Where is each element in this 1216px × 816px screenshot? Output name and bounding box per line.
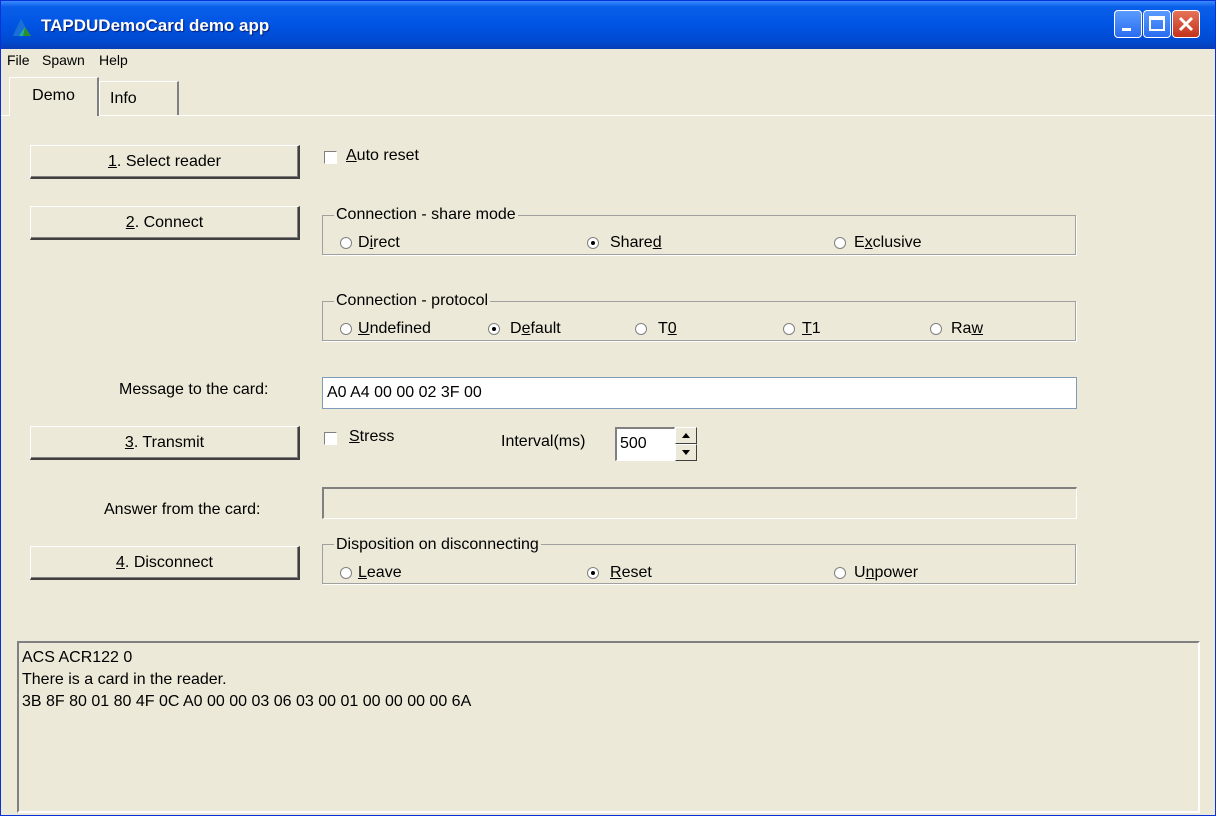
auto-reset-label: Auto reset <box>346 147 419 164</box>
protocol-default-radio[interactable] <box>488 323 500 335</box>
stress-label: Stress <box>349 428 395 445</box>
protocol-t1-label: T1 <box>802 320 821 337</box>
disconnect-button[interactable]: 4. Disconnect <box>30 546 300 580</box>
minimize-icon <box>1122 28 1131 31</box>
auto-reset-checkbox[interactable] <box>324 151 337 164</box>
interval-spinner[interactable]: 500 <box>615 427 697 461</box>
protocol-raw-label: Raw <box>951 320 984 337</box>
menu-spawn[interactable]: Spawn <box>42 52 85 68</box>
menu-help[interactable]: Help <box>99 52 128 68</box>
share-direct-radio[interactable] <box>340 237 352 249</box>
tab-info[interactable]: Info <box>99 81 179 115</box>
disposition-title: Disposition on disconnecting <box>334 536 541 554</box>
title-bar[interactable]: TAPDUDemoCard demo app <box>1 1 1215 49</box>
app-window: TAPDUDemoCard demo app File Spawn Help D… <box>0 0 1216 816</box>
share-shared-label: Shared <box>610 234 662 251</box>
share-mode-title: Connection - share mode <box>334 206 518 224</box>
menu-bar: File Spawn Help <box>1 49 1215 73</box>
tab-demo-label: Demo <box>32 87 75 104</box>
disposition-unpower-radio[interactable] <box>834 567 846 579</box>
disposition-unpower-label: Unpower <box>854 564 919 581</box>
tab-info-label: Info <box>110 90 137 107</box>
protocol-default-label: Default <box>510 320 561 337</box>
message-input[interactable]: A0 A4 00 00 02 3F 00 <box>322 377 1077 409</box>
interval-input[interactable]: 500 <box>615 427 675 461</box>
minimize-button[interactable] <box>1114 10 1142 38</box>
protocol-t0-label: T0 <box>658 320 677 337</box>
protocol-undefined-label: Undefined <box>358 320 431 337</box>
share-shared-radio[interactable] <box>587 237 599 249</box>
protocol-undefined-radio[interactable] <box>340 323 352 335</box>
stress-checkbox[interactable] <box>324 432 337 445</box>
maximize-icon <box>1149 16 1165 31</box>
tab-demo[interactable]: Demo <box>9 77 99 116</box>
close-button[interactable] <box>1172 10 1200 38</box>
answer-label: Answer from the card: <box>104 501 261 518</box>
disposition-leave-label: Leave <box>358 564 402 581</box>
log-line: There is a card in the reader. <box>22 671 227 688</box>
answer-field <box>322 487 1077 519</box>
protocol-t1-radio[interactable] <box>783 323 795 335</box>
interval-down-button[interactable] <box>675 444 697 461</box>
disposition-leave-radio[interactable] <box>340 567 352 579</box>
arrow-up-icon <box>682 433 690 438</box>
select-reader-button[interactable]: 1. Select reader <box>30 145 300 179</box>
share-exclusive-radio[interactable] <box>834 237 846 249</box>
share-exclusive-label: Exclusive <box>854 234 922 251</box>
menu-file[interactable]: File <box>7 52 30 68</box>
protocol-t0-radio[interactable] <box>635 323 647 335</box>
log-output[interactable]: ACS ACR122 0 There is a card in the read… <box>17 641 1200 813</box>
app-icon <box>13 19 31 36</box>
log-line: 3B 8F 80 01 80 4F 0C A0 00 00 03 06 03 0… <box>22 693 472 710</box>
window-title: TAPDUDemoCard demo app <box>41 16 270 35</box>
tab-strip-border <box>1 115 1215 116</box>
connect-button[interactable]: 2. Connect <box>30 206 300 240</box>
interval-label: Interval(ms) <box>501 433 586 450</box>
log-line: ACS ACR122 0 <box>22 649 133 666</box>
transmit-button[interactable]: 3. Transmit <box>30 426 300 460</box>
protocol-title: Connection - protocol <box>334 292 491 310</box>
message-label: Message to the card: <box>119 381 269 398</box>
disposition-reset-label: Reset <box>610 564 652 581</box>
protocol-raw-radio[interactable] <box>930 323 942 335</box>
maximize-button[interactable] <box>1143 10 1171 38</box>
disposition-reset-radio[interactable] <box>587 567 599 579</box>
close-icon <box>1178 16 1194 32</box>
arrow-down-icon <box>682 450 690 455</box>
interval-up-button[interactable] <box>675 427 697 444</box>
share-direct-label: Direct <box>358 234 400 251</box>
